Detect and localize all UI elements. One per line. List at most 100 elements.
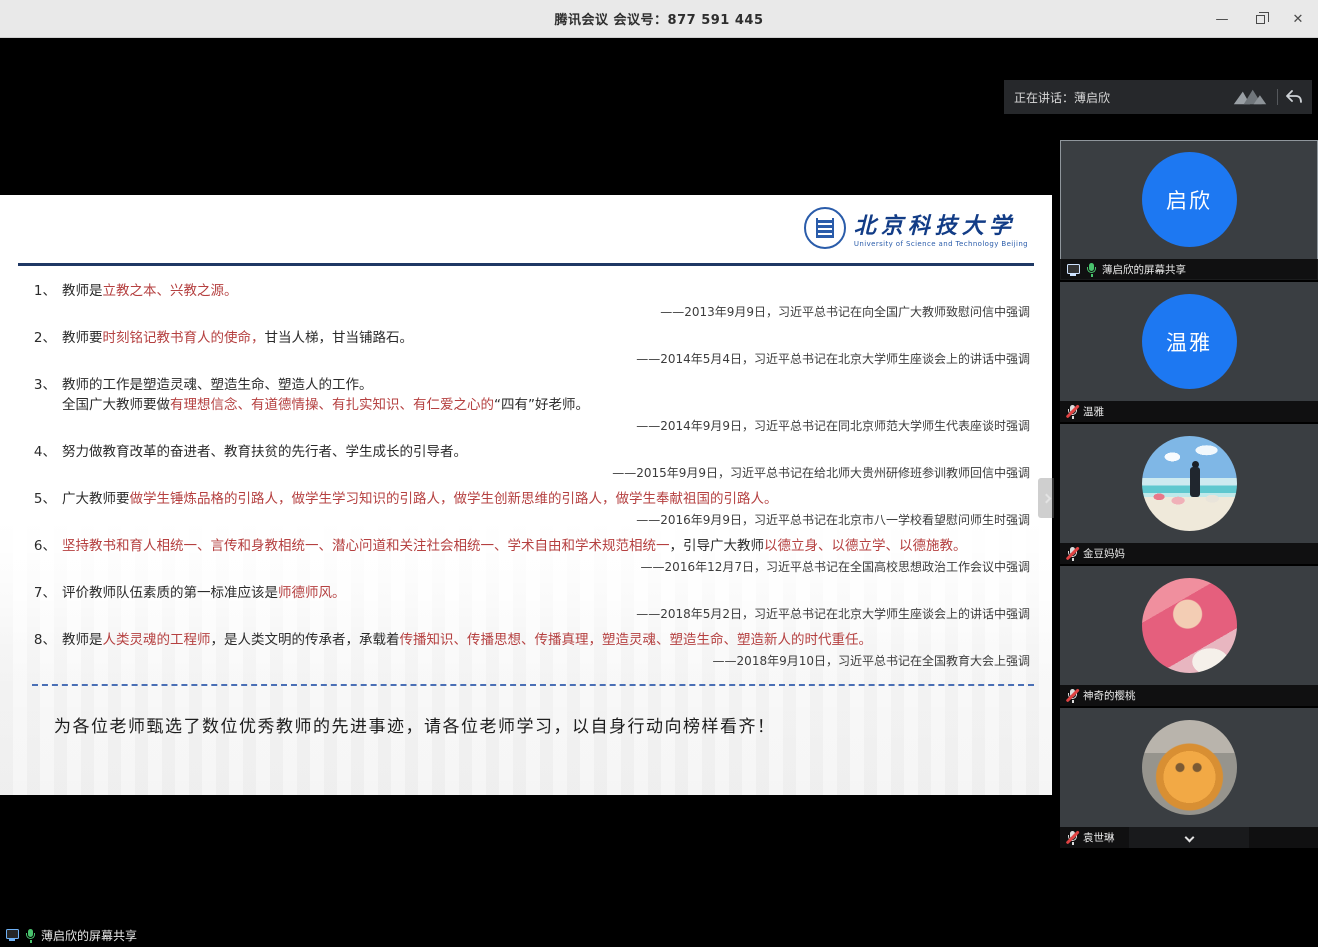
participant-label-bar: 神奇的樱桃 bbox=[1060, 685, 1318, 706]
quote-attribution: ——2018年9月10日，习近平总书记在全国教育大会上强调 bbox=[28, 653, 1030, 670]
participant-tile[interactable]: 袁世琳 bbox=[1060, 708, 1318, 848]
participant-label-bar: 温雅 bbox=[1060, 401, 1318, 422]
quote-text: 坚持教书和育人相统一、言传和身教相统一、潜心问道和关注社会相统一、学术自由和学术… bbox=[62, 536, 1038, 556]
participant-video: 启欣 bbox=[1060, 140, 1318, 259]
participant-name: 袁世琳 bbox=[1083, 830, 1115, 845]
quote-text: 教师是立教之本、兴教之源。 bbox=[62, 281, 1038, 301]
participant-label-bar: 薄启欣的屏幕共享 bbox=[1060, 259, 1318, 280]
meeting-stage: 正在讲话：薄启欣 北京科技大学 bbox=[0, 38, 1318, 947]
participant-name: 神奇的樱桃 bbox=[1083, 688, 1136, 703]
quote-number: 4、 bbox=[28, 442, 62, 462]
participant-tile[interactable]: 金豆妈妈 bbox=[1060, 424, 1318, 564]
quote-item: 4、 努力做教育改革的奋进者、教育扶贫的先行者、学生成长的引导者。 ——2015… bbox=[28, 442, 1038, 482]
quote-text: 教师要时刻铭记教书育人的使命，甘当人梯，甘当铺路石。 bbox=[62, 328, 1038, 348]
avatar-photo bbox=[1142, 436, 1237, 531]
quote-number: 6、 bbox=[28, 536, 62, 556]
quote-item: 5、 广大教师要做学生锤炼品格的引路人，做学生学习知识的引路人，做学生创新思维的… bbox=[28, 489, 1038, 529]
window-title: 腾讯会议 会议号：877 591 445 bbox=[555, 9, 764, 28]
microphone-on-icon bbox=[24, 928, 36, 943]
quote-segment: 以德立身、以德立学、以德施教。 bbox=[764, 538, 967, 554]
status-share-label: 薄启欣的屏幕共享 bbox=[41, 927, 137, 944]
reply-arrow-icon[interactable] bbox=[1286, 90, 1302, 104]
quote-number: 8、 bbox=[28, 630, 62, 650]
quote-segment: 师德师风。 bbox=[278, 585, 346, 601]
speaking-label: 正在讲话：薄启欣 bbox=[1014, 89, 1223, 106]
quote-attribution: ——2018年5月2日，习近平总书记在北京大学师生座谈会上的讲话中强调 bbox=[28, 606, 1030, 623]
microphone-muted-icon bbox=[1066, 404, 1078, 419]
window-titlebar: 腾讯会议 会议号：877 591 445 — ✕ bbox=[0, 0, 1318, 38]
participant-video bbox=[1060, 708, 1318, 827]
chevron-down-icon bbox=[1184, 833, 1194, 843]
quote-segment: 做学生锤炼品格的引路人，做学生学习知识的引路人，做学生创新思维的引路人，做学生奉… bbox=[130, 491, 778, 507]
university-name-cn: 北京科技大学 bbox=[854, 208, 1028, 240]
quote-number: 1、 bbox=[28, 281, 62, 301]
participant-video bbox=[1060, 424, 1318, 543]
quote-segment: 传播知识、传播思想、传播真理，塑造灵魂、塑造生命、塑造新人的时代重任。 bbox=[400, 632, 873, 648]
quote-segment: ，引导广大教师 bbox=[670, 538, 765, 554]
participant-tile[interactable]: 神奇的樱桃 bbox=[1060, 566, 1318, 706]
participant-tile[interactable]: 温雅 温雅 bbox=[1060, 282, 1318, 422]
restore-icon bbox=[1256, 15, 1265, 24]
quote-segment: 人类灵魂的工程师 bbox=[103, 632, 211, 648]
quote-segment: 甘当人梯，甘当铺路石。 bbox=[265, 330, 414, 346]
quote-segment: 教师是 bbox=[62, 632, 103, 648]
participant-video: 温雅 bbox=[1060, 282, 1318, 401]
quote-segment: 立教之本、兴教之源。 bbox=[103, 283, 238, 299]
minimize-button[interactable]: — bbox=[1212, 9, 1232, 29]
university-logo: 北京科技大学 University of Science and Technol… bbox=[804, 207, 1028, 249]
app-window: 腾讯会议 会议号：877 591 445 — ✕ 正在讲话：薄启欣 bbox=[0, 0, 1318, 947]
quote-item: 2、 教师要时刻铭记教书育人的使命，甘当人梯，甘当铺路石。 ——2014年5月4… bbox=[28, 328, 1038, 368]
quote-segment: 广大教师要 bbox=[62, 491, 130, 507]
quote-segment: ，是人类文明的传承者，承载着 bbox=[211, 632, 400, 648]
participant-label-bar: 金豆妈妈 bbox=[1060, 543, 1318, 564]
microphone-muted-icon bbox=[1066, 546, 1078, 561]
restore-button[interactable] bbox=[1250, 9, 1270, 29]
panel-collapse-handle[interactable] bbox=[1038, 478, 1054, 518]
university-name-en: University of Science and Technology Bei… bbox=[854, 240, 1028, 248]
quote-segment: 有理想信念、有道德情操、有扎实知识、有仁爱之心的 bbox=[170, 397, 494, 413]
quote-attribution: ——2014年5月4日，习近平总书记在北京大学师生座谈会上的讲话中强调 bbox=[28, 351, 1030, 368]
quote-attribution: ——2015年9月9日，习近平总书记在给北师大贵州研修班参训教师回信中强调 bbox=[28, 465, 1030, 482]
quote-text: 评价教师队伍素质的第一标准应该是师德师风。 bbox=[62, 583, 1038, 603]
slide-footer-text: 为各位老师甄选了数位优秀教师的先进事迹，请各位老师学习，以自身行动向榜样看齐！ bbox=[54, 712, 1038, 737]
quote-number: 7、 bbox=[28, 583, 62, 603]
participant-name: 薄启欣的屏幕共享 bbox=[1102, 262, 1186, 277]
screen-share-icon bbox=[1066, 263, 1080, 277]
avatar-photo bbox=[1142, 720, 1237, 815]
quote-number: 3、 bbox=[28, 375, 62, 415]
header-rule bbox=[18, 263, 1034, 266]
participant-tile[interactable]: 启欣 薄启欣的屏幕共享 bbox=[1060, 140, 1318, 280]
quote-segment: “四有”好老师。 bbox=[494, 397, 589, 413]
shared-screen-slide: 北京科技大学 University of Science and Technol… bbox=[0, 195, 1052, 795]
quote-number: 2、 bbox=[28, 328, 62, 348]
quote-attribution: ——2016年9月9日，习近平总书记在北京市八一学校看望慰问师生时强调 bbox=[28, 512, 1030, 529]
screen-share-icon bbox=[5, 928, 19, 942]
avatar-initials: 启欣 bbox=[1142, 152, 1237, 247]
close-icon: ✕ bbox=[1293, 12, 1304, 27]
participant-name: 温雅 bbox=[1083, 404, 1104, 419]
quote-item: 8、 教师是人类灵魂的工程师，是人类文明的传承者，承载着传播知识、传播思想、传播… bbox=[28, 630, 1038, 670]
quote-item: 1、 教师是立教之本、兴教之源。 ——2013年9月9日，习近平总书记在向全国广… bbox=[28, 281, 1038, 321]
quote-item: 7、 评价教师队伍素质的第一标准应该是师德师风。 ——2018年5月2日，习近平… bbox=[28, 583, 1038, 623]
quote-attribution: ——2013年9月9日，习近平总书记在向全国广大教师致慰问信中强调 bbox=[28, 304, 1030, 321]
panel-collapse-down-button[interactable] bbox=[1129, 827, 1249, 848]
quote-segment: 坚持教书和育人相统一、言传和身教相统一、潜心问道和关注社会相统一、学术自由和学术… bbox=[62, 538, 670, 554]
speaking-banner: 正在讲话：薄启欣 bbox=[1004, 80, 1312, 114]
quote-segment: 努力做教育改革的奋进者、教育扶贫的先行者、学生成长的引导者。 bbox=[62, 444, 467, 460]
microphone-on-icon bbox=[1085, 262, 1097, 277]
close-button[interactable]: ✕ bbox=[1288, 9, 1308, 29]
chevron-right-icon bbox=[1041, 493, 1051, 503]
dashed-divider bbox=[32, 684, 1034, 686]
microphone-muted-icon bbox=[1066, 830, 1078, 845]
quote-segment: 教师要 bbox=[62, 330, 103, 346]
quote-segment: 评价教师队伍素质的第一标准应该是 bbox=[62, 585, 278, 601]
quote-item: 6、 坚持教书和育人相统一、言传和身教相统一、潜心问道和关注社会相统一、学术自由… bbox=[28, 536, 1038, 576]
microphone-muted-icon bbox=[1066, 688, 1078, 703]
quote-text: 广大教师要做学生锤炼品格的引路人，做学生学习知识的引路人，做学生创新思维的引路人… bbox=[62, 489, 1038, 509]
participants-panel: 启欣 薄启欣的屏幕共享 温雅 温雅 金豆妈妈 神奇的樱桃 bbox=[1060, 140, 1318, 850]
screen-share-statusbar: 薄启欣的屏幕共享 bbox=[0, 923, 1318, 947]
quote-segment: 全国广大教师要做 bbox=[62, 397, 170, 413]
quote-text: 努力做教育改革的奋进者、教育扶贫的先行者、学生成长的引导者。 bbox=[62, 442, 1038, 462]
participant-name: 金豆妈妈 bbox=[1083, 546, 1125, 561]
tencent-meeting-logo-icon bbox=[1231, 88, 1269, 106]
